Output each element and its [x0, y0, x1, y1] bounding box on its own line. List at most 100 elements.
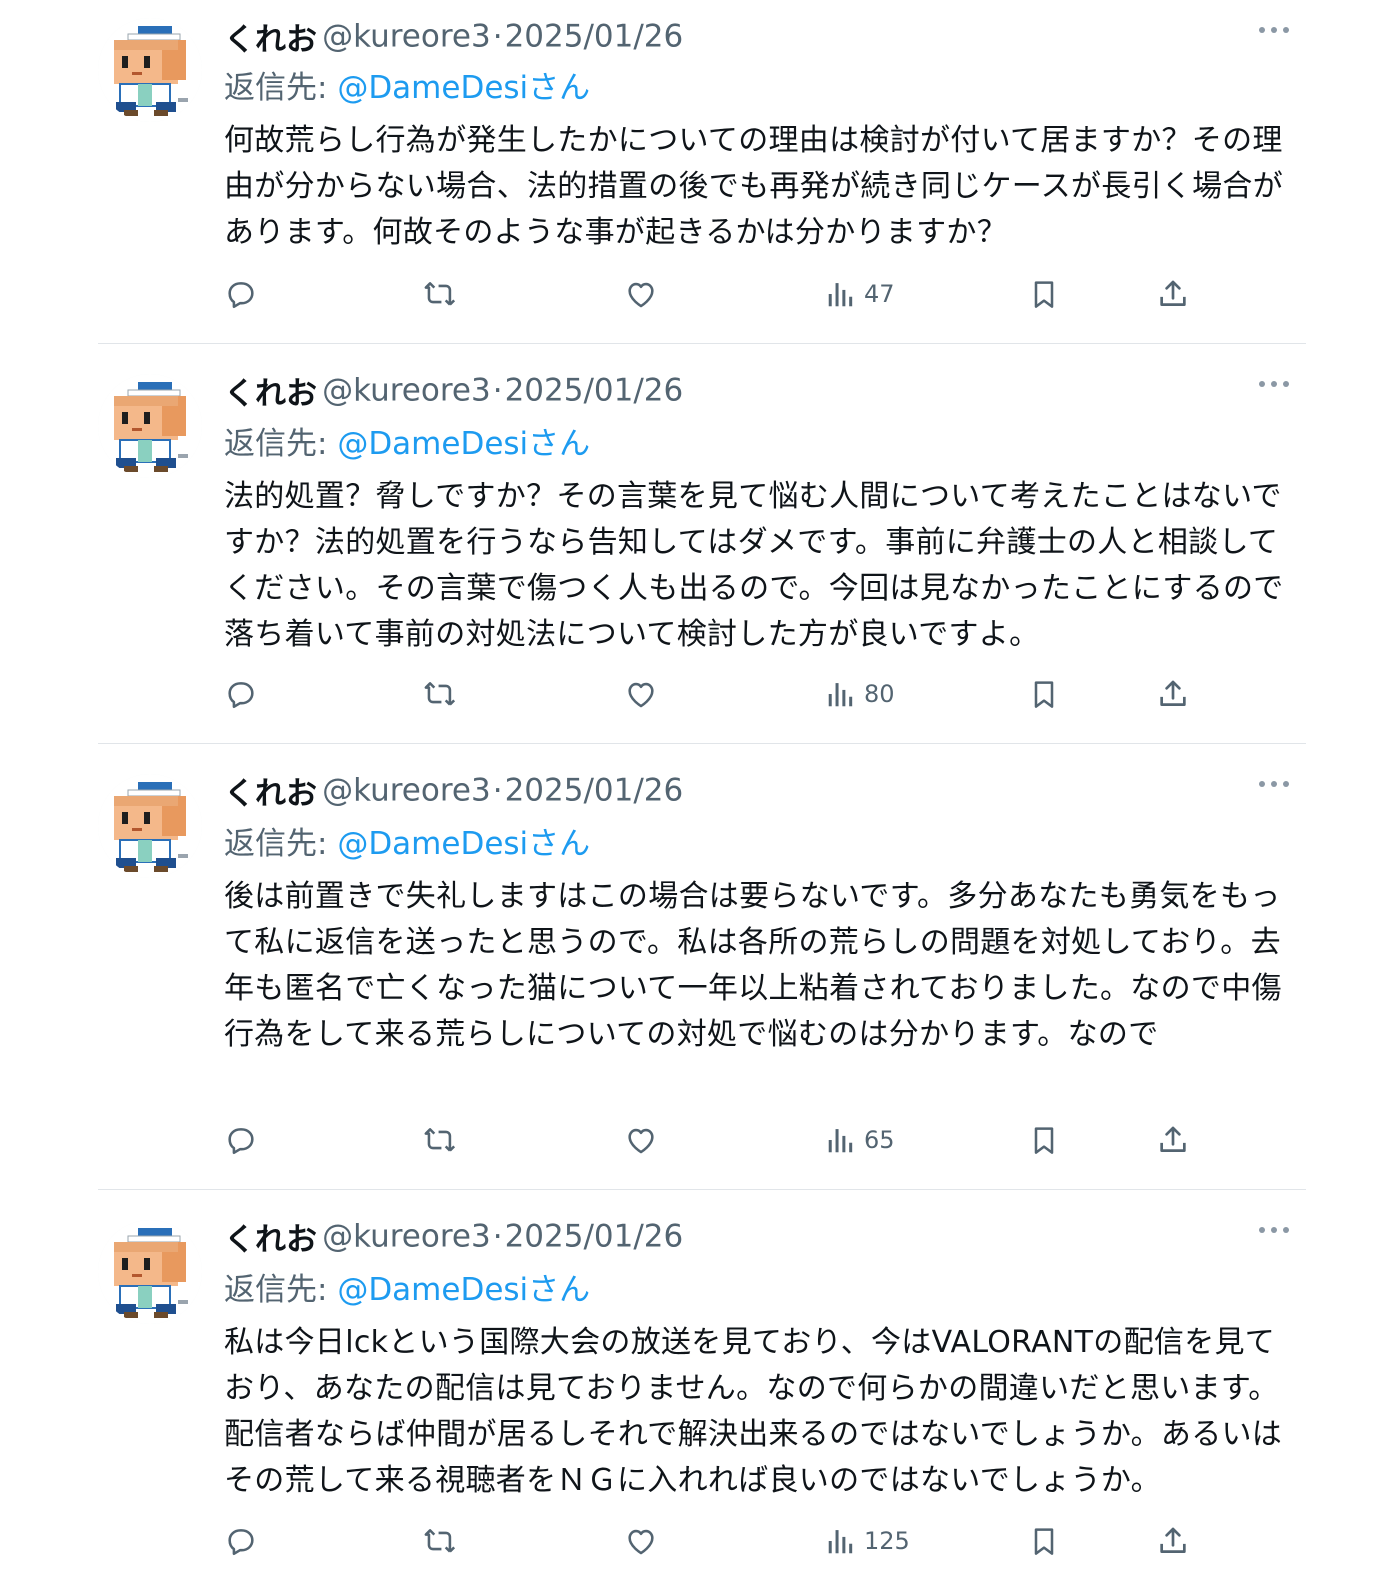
retweet-button[interactable]: [422, 274, 458, 314]
reply-to-label: 返信先:: [224, 70, 338, 106]
views-button[interactable]: 47: [826, 274, 895, 314]
reply-button[interactable]: [224, 1521, 258, 1561]
reply-to-label: 返信先:: [224, 826, 338, 862]
author-handle[interactable]: @kureore3: [322, 19, 491, 55]
tweet-actions: 80: [224, 674, 1224, 714]
reply-icon: [228, 282, 254, 309]
share-button[interactable]: [1156, 274, 1190, 314]
tweet[interactable]: くれお @kureore3·2025/01/26 返信先: @DameDesiさ…: [98, 344, 1306, 744]
retweet-button[interactable]: [422, 1521, 458, 1561]
more-icon[interactable]: [1258, 376, 1290, 390]
bookmark-icon: [1034, 1528, 1054, 1555]
reply-to-mention[interactable]: @DameDesiさん: [337, 70, 590, 106]
avatar[interactable]: [98, 1220, 202, 1324]
tweet-actions: 125: [224, 1521, 1224, 1561]
tweet-header: くれお @kureore3·2025/01/26: [224, 1214, 1306, 1258]
views-button[interactable]: 80: [826, 674, 895, 714]
bookmark-icon: [1034, 281, 1054, 308]
tweet[interactable]: くれお @kureore3·2025/01/26 返信先: @DameDesiさ…: [98, 0, 1306, 344]
reply-button[interactable]: [224, 274, 258, 314]
like-button[interactable]: [624, 1120, 658, 1160]
author-name[interactable]: くれお: [224, 776, 317, 812]
separator-dot: ·: [492, 1218, 503, 1255]
views-button[interactable]: 65: [826, 1120, 895, 1160]
like-button[interactable]: [624, 1521, 658, 1561]
retweet-button[interactable]: [422, 1120, 458, 1160]
reply-icon: [228, 1529, 254, 1556]
author-handle[interactable]: @kureore3: [322, 773, 491, 809]
tweet-date[interactable]: 2025/01/26: [505, 373, 684, 409]
retweet-button[interactable]: [422, 674, 458, 714]
share-icon: [1160, 1527, 1186, 1553]
views-count: 80: [864, 680, 895, 708]
tweet[interactable]: くれお @kureore3·2025/01/26 返信先: @DameDesiさ…: [98, 744, 1306, 1190]
views-icon: [828, 1129, 853, 1153]
avatar-image: [98, 1220, 202, 1324]
views-count: 65: [864, 1126, 895, 1154]
retweet-icon: [424, 1128, 456, 1152]
avatar[interactable]: [98, 18, 202, 122]
retweet-icon: [424, 682, 456, 706]
share-icon: [1160, 680, 1186, 706]
views-count: 125: [864, 1527, 910, 1555]
timeline: くれお @kureore3·2025/01/26 返信先: @DameDesiさ…: [98, 0, 1306, 1578]
reply-to-label: 返信先:: [224, 426, 338, 462]
share-button[interactable]: [1156, 1120, 1190, 1160]
tweet-date[interactable]: 2025/01/26: [505, 1219, 684, 1255]
share-button[interactable]: [1156, 674, 1190, 714]
reply-to-mention[interactable]: @DameDesiさん: [337, 426, 590, 462]
reply-to-line: 返信先: @DameDesiさん: [224, 818, 1306, 862]
avatar[interactable]: [98, 374, 202, 478]
avatar[interactable]: [98, 774, 202, 878]
reply-to-label: 返信先:: [224, 1272, 338, 1308]
tweet-date[interactable]: 2025/01/26: [505, 773, 684, 809]
separator-dot: ·: [492, 772, 503, 809]
avatar-image: [98, 374, 202, 478]
share-button[interactable]: [1156, 1521, 1190, 1561]
bookmark-icon: [1034, 1127, 1054, 1154]
like-button[interactable]: [624, 274, 658, 314]
views-icon: [828, 283, 853, 307]
like-icon: [628, 282, 654, 308]
author-handle[interactable]: @kureore3: [322, 373, 491, 409]
bookmark-button[interactable]: [1028, 674, 1060, 714]
tweet-text: 法的処置？脅しですか？その言葉を見て悩む人間について考えたことはないですか？法的…: [224, 479, 1284, 652]
tweet-date[interactable]: 2025/01/26: [505, 19, 684, 55]
tweet-header: くれお @kureore3·2025/01/26: [224, 768, 1306, 812]
like-button[interactable]: [624, 674, 658, 714]
bookmark-button[interactable]: [1028, 274, 1060, 314]
views-icon: [828, 683, 853, 707]
more-icon[interactable]: [1258, 22, 1290, 36]
author-name[interactable]: くれお: [224, 22, 317, 58]
bookmark-button[interactable]: [1028, 1120, 1060, 1160]
more-icon[interactable]: [1258, 1222, 1290, 1236]
share-icon: [1160, 1126, 1186, 1152]
tweet-text: 後は前置きで失礼しますはこの場合は要らないです。多分あなたも勇気をもって私に返信…: [224, 879, 1282, 1052]
retweet-icon: [424, 1529, 456, 1553]
author-name[interactable]: くれお: [224, 1222, 317, 1258]
reply-button[interactable]: [224, 674, 258, 714]
reply-to-mention[interactable]: @DameDesiさん: [337, 826, 590, 862]
tweet[interactable]: くれお @kureore3·2025/01/26 返信先: @DameDesiさ…: [98, 1190, 1306, 1578]
reply-button[interactable]: [224, 1120, 258, 1160]
tweet-actions: 47: [224, 274, 1224, 314]
views-icon: [828, 1530, 853, 1554]
reply-to-line: 返信先: @DameDesiさん: [224, 62, 1306, 106]
like-icon: [628, 682, 654, 708]
reply-to-mention[interactable]: @DameDesiさん: [337, 1272, 590, 1308]
tweet-header: くれお @kureore3·2025/01/26: [224, 14, 1306, 58]
tweet-text: 私は今日lckという国際大会の放送を見ており、今はVALORANTの配信を見てお…: [224, 1325, 1283, 1498]
author-handle[interactable]: @kureore3: [322, 1219, 491, 1255]
tweet-actions: 65: [224, 1120, 1224, 1160]
author-name[interactable]: くれお: [224, 376, 317, 412]
bookmark-button[interactable]: [1028, 1521, 1060, 1561]
reply-to-line: 返信先: @DameDesiさん: [224, 1264, 1306, 1308]
views-count: 47: [864, 280, 895, 308]
reply-to-line: 返信先: @DameDesiさん: [224, 418, 1306, 462]
reply-icon: [228, 1128, 254, 1155]
more-icon[interactable]: [1258, 776, 1290, 790]
retweet-icon: [424, 282, 456, 306]
views-button[interactable]: 125: [826, 1521, 910, 1561]
like-icon: [628, 1529, 654, 1555]
separator-dot: ·: [492, 18, 503, 55]
